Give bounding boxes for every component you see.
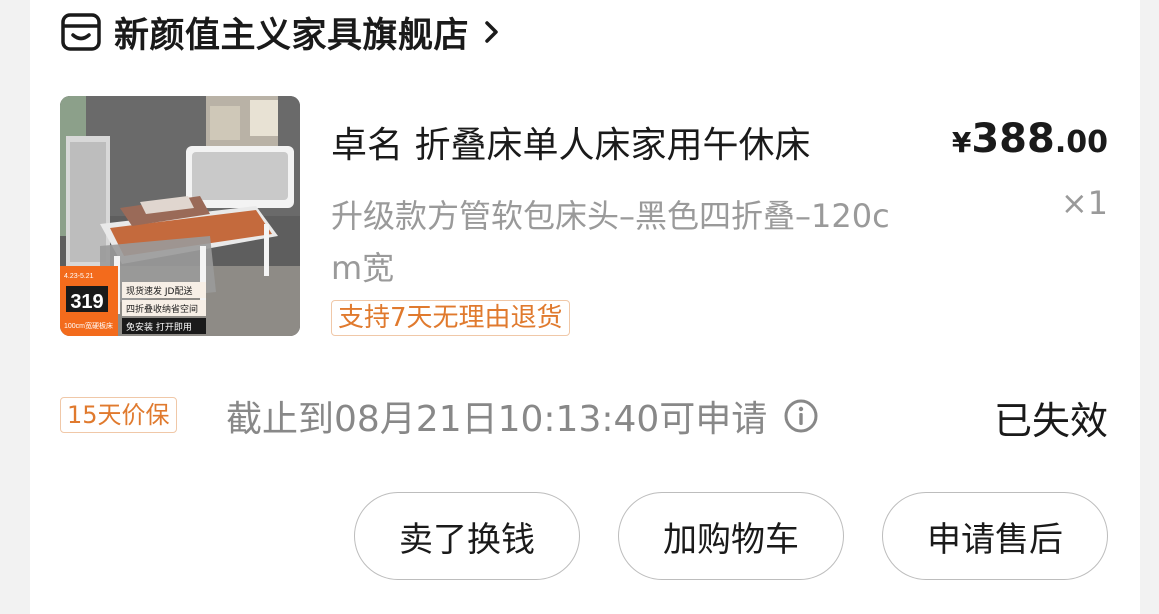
shop-name[interactable]: 新颜值主义家具旗舰店 — [114, 7, 469, 58]
return-policy-tag: 支持7天无理由退货 — [331, 300, 570, 336]
price-integer: 388 — [971, 116, 1055, 162]
product-image[interactable]: 319 4.23-5.21 100cm宽硬板床 现货速发 JD配送 四折叠收纳省… — [60, 96, 300, 336]
product-title[interactable]: 卓名 折叠床单人床家用午休床 — [331, 116, 810, 168]
price-decimal: .00 — [1054, 125, 1108, 160]
order-card: 新颜值主义家具旗舰店 319 4.23-5.21 100cm宽硬板床 现货速发 … — [30, 0, 1140, 614]
info-icon[interactable] — [783, 398, 819, 434]
chevron-right-icon[interactable] — [483, 19, 501, 45]
image-size-note: 100cm宽硬板床 — [64, 321, 113, 330]
image-price-badge: 319 — [70, 291, 103, 313]
price-currency: ¥ — [951, 126, 972, 159]
product-price: ¥388.00 — [952, 116, 1108, 162]
price-protection-tag: 15天价保 — [60, 397, 177, 433]
add-to-cart-button[interactable]: 加购物车 — [618, 492, 844, 580]
after-sale-button[interactable]: 申请售后 — [882, 492, 1108, 580]
price-protection-deadline: 截止到08月21日10:13:40可申请 — [226, 390, 819, 442]
price-protection-status: 已失效 — [993, 399, 1108, 443]
product-spec: 升级款方管软包床头–黑色四折叠–120cm宽 — [331, 197, 890, 287]
image-badge-line: 四折叠收纳省空间 — [126, 303, 198, 315]
sell-button[interactable]: 卖了换钱 — [354, 492, 580, 580]
product-quantity: ×1 — [1060, 184, 1108, 222]
store-icon — [61, 13, 101, 51]
deadline-text: 截止到08月21日10:13:40可申请 — [226, 399, 768, 440]
image-badge-line: 现货速发 JD配送 — [126, 285, 192, 297]
image-date-note: 4.23-5.21 — [64, 273, 94, 280]
image-badge-line: 免安装 打开即用 — [126, 321, 192, 333]
shop-header[interactable]: 新颜值主义家具旗舰店 — [60, 8, 501, 56]
